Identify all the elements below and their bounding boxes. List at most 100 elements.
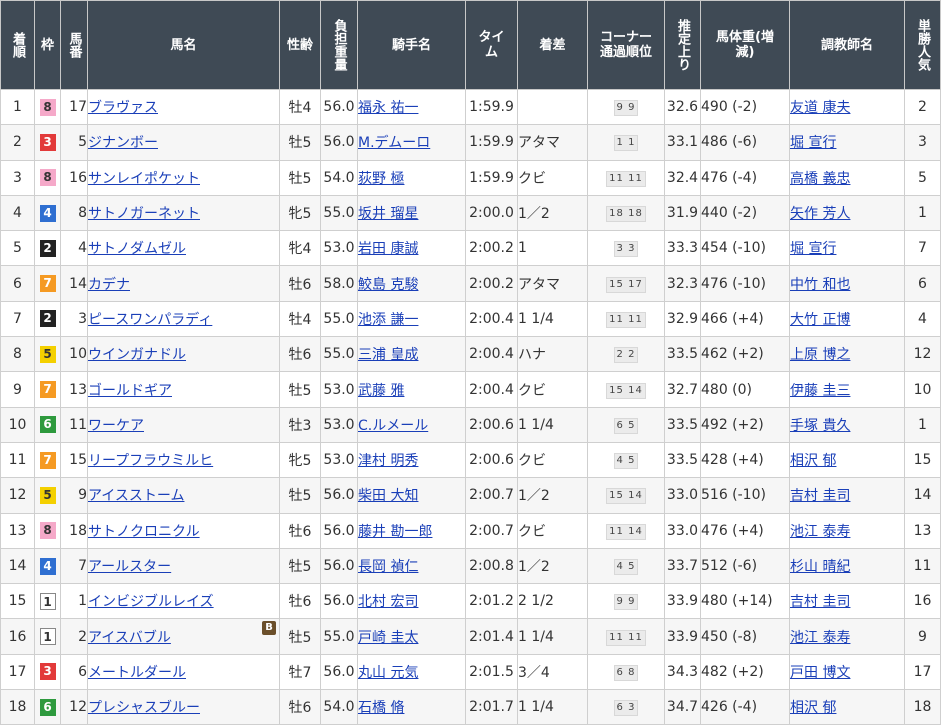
- jockey-link[interactable]: 福永 祐一: [359, 100, 419, 116]
- frame-cell: 7: [34, 265, 61, 302]
- frame-badge: 6: [39, 698, 56, 716]
- horse-link[interactable]: メートルダール: [89, 665, 187, 681]
- horse-link[interactable]: サトノダムゼル: [89, 241, 187, 257]
- jockey-link[interactable]: 三浦 皇成: [359, 347, 419, 363]
- last3f-cell: 32.4: [664, 159, 701, 196]
- frame-cell: 4: [34, 547, 61, 585]
- jockey-link[interactable]: 北村 宏司: [359, 594, 419, 610]
- popularity-cell: 6: [904, 265, 941, 302]
- trainer-link[interactable]: 矢作 芳人: [791, 206, 851, 222]
- jockey-link[interactable]: 鮫島 克駿: [359, 277, 419, 293]
- frame-badge: 5: [39, 486, 56, 504]
- frame-cell: 3: [34, 653, 61, 691]
- horse-link[interactable]: ジナンボー: [89, 135, 159, 151]
- jockey-link[interactable]: 岩田 康誠: [359, 241, 419, 257]
- jockey-link[interactable]: 柴田 大知: [359, 488, 419, 504]
- trainer-link[interactable]: 友道 康夫: [791, 100, 851, 116]
- table-row: 17 3 6 メートルダール 牡7 56.0 丸山 元気 2:01.5 3／4 6 8 34.3 48…: [0, 653, 941, 691]
- col-horse[interactable]: 馬名: [87, 0, 280, 90]
- horse-link[interactable]: インビジブルレイズ: [89, 594, 214, 610]
- col-trainer[interactable]: 調教師名: [789, 0, 905, 90]
- popularity-cell: 12: [904, 336, 941, 373]
- popularity-cell: 3: [904, 124, 941, 161]
- col-corner[interactable]: コーナー通過順位: [587, 0, 665, 90]
- popularity-cell: 2: [904, 88, 941, 126]
- horse-link[interactable]: リープフラウミルヒ: [89, 453, 214, 469]
- weight-cell: 53.0: [320, 441, 358, 479]
- corner-positions: 9 9: [613, 594, 639, 611]
- horse-link[interactable]: サトノクロニクル: [89, 524, 200, 540]
- jockey-link[interactable]: 戸崎 圭太: [359, 630, 419, 646]
- last3f-cell: 32.6: [664, 88, 701, 126]
- col-last3f[interactable]: 推定上り: [664, 0, 701, 90]
- jockey-link[interactable]: M.デムーロ: [359, 135, 431, 151]
- number-cell: 1: [60, 583, 88, 620]
- col-weight[interactable]: 負担重量: [320, 0, 358, 90]
- col-margin[interactable]: 着差: [517, 0, 588, 90]
- trainer-link[interactable]: 堀 宣行: [791, 135, 837, 151]
- weight-cell: 56.0: [320, 477, 358, 514]
- corner-cell: 11 14: [587, 512, 665, 549]
- blinker-badge: B: [262, 621, 276, 636]
- trainer-link[interactable]: 池江 泰寿: [791, 630, 851, 646]
- weight-cell: 56.0: [320, 88, 358, 126]
- trainer-link[interactable]: 相沢 郁: [791, 453, 837, 469]
- horse-cell: カデナ: [87, 265, 280, 302]
- jockey-link[interactable]: 藤井 勘一郎: [359, 524, 433, 540]
- col-frame[interactable]: 枠: [34, 0, 61, 90]
- jockey-link[interactable]: 津村 明秀: [359, 453, 419, 469]
- trainer-link[interactable]: 戸田 博文: [791, 665, 851, 681]
- horse-link[interactable]: ウインガナドル: [89, 347, 187, 363]
- jockey-link[interactable]: 坂井 瑠星: [359, 206, 419, 222]
- col-popularity[interactable]: 単勝人気: [904, 0, 941, 90]
- horse-link[interactable]: ブラヴァス: [89, 100, 159, 116]
- trainer-link[interactable]: 大竹 正博: [791, 312, 851, 328]
- horse-link[interactable]: プレシャスブルー: [89, 700, 201, 716]
- horse-link[interactable]: ワーケア: [89, 418, 145, 434]
- horse-link[interactable]: サトノガーネット: [89, 206, 201, 222]
- col-rank[interactable]: 着順: [0, 0, 35, 90]
- col-body-weight[interactable]: 馬体重(増減): [700, 0, 790, 90]
- horse-link[interactable]: アイスストーム: [89, 488, 185, 504]
- horse-link[interactable]: ゴールドギア: [89, 383, 173, 399]
- jockey-link[interactable]: 池添 謙一: [359, 312, 419, 328]
- body-weight-cell: 512 (-6): [700, 547, 790, 585]
- trainer-link[interactable]: 伊藤 圭三: [791, 383, 851, 399]
- col-jockey[interactable]: 騎手名: [357, 0, 466, 90]
- horse-link[interactable]: カデナ: [89, 277, 131, 293]
- jockey-link[interactable]: 武藤 雅: [359, 383, 405, 399]
- trainer-link[interactable]: 堀 宣行: [791, 241, 837, 257]
- col-time[interactable]: タイム: [465, 0, 518, 90]
- trainer-link[interactable]: 高橋 義忠: [791, 171, 851, 187]
- trainer-link[interactable]: 池江 泰寿: [791, 524, 851, 540]
- trainer-link[interactable]: 吉村 圭司: [791, 488, 851, 504]
- jockey-link[interactable]: 荻野 極: [359, 171, 405, 187]
- number-cell: 9: [60, 477, 88, 514]
- trainer-link[interactable]: 中竹 和也: [791, 277, 851, 293]
- col-number[interactable]: 馬番: [60, 0, 88, 90]
- trainer-link[interactable]: 上原 博之: [791, 347, 851, 363]
- trainer-cell: 友道 康夫: [789, 88, 905, 126]
- horse-link[interactable]: サンレイポケット: [89, 171, 201, 187]
- popularity-cell: 14: [904, 477, 941, 514]
- body-weight-cell: 476 (-10): [700, 265, 790, 302]
- jockey-link[interactable]: 長岡 禎仁: [359, 559, 419, 575]
- popularity-cell: 4: [904, 300, 941, 338]
- margin-cell: 1 1/4: [517, 300, 588, 338]
- horse-cell: ゴールドギア: [87, 371, 280, 408]
- last3f-cell: 33.7: [664, 547, 701, 585]
- margin-cell: 1／2: [517, 547, 588, 585]
- horse-link[interactable]: アールスター: [89, 559, 172, 575]
- horse-link[interactable]: ピースワンパラディ: [89, 312, 213, 328]
- frame-cell: 8: [34, 159, 61, 196]
- jockey-link[interactable]: 石橋 脩: [359, 700, 405, 716]
- col-sexage[interactable]: 性齢: [279, 0, 321, 90]
- margin-cell: クビ: [517, 512, 588, 549]
- jockey-link[interactable]: C.ルメール: [359, 418, 429, 434]
- jockey-link[interactable]: 丸山 元気: [359, 665, 419, 681]
- trainer-link[interactable]: 手塚 貴久: [791, 418, 851, 434]
- horse-link[interactable]: アイスバブル: [89, 630, 171, 646]
- trainer-link[interactable]: 吉村 圭司: [791, 594, 851, 610]
- trainer-link[interactable]: 相沢 郁: [791, 700, 837, 716]
- trainer-link[interactable]: 杉山 晴紀: [791, 559, 851, 575]
